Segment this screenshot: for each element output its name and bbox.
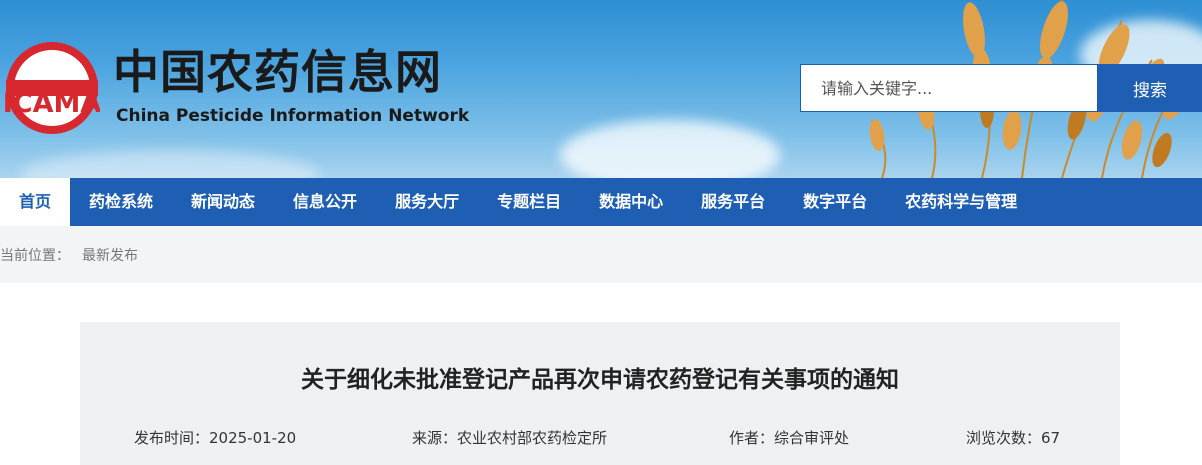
nav-item-service-platform[interactable]: 服务平台: [682, 178, 784, 226]
nav-item-pesticide-science[interactable]: 农药科学与管理: [886, 178, 1036, 226]
nav-item-service-hall[interactable]: 服务大厅: [376, 178, 478, 226]
cloud-decoration: [20, 150, 320, 178]
logo-text: ICAMA: [4, 88, 100, 119]
search-box: 搜索: [800, 64, 1202, 112]
nav-item-home[interactable]: 首页: [0, 178, 71, 226]
breadcrumb-label: 当前位置：: [0, 247, 70, 264]
article-source: 来源：农业农村部农药检定所: [412, 429, 608, 447]
search-input[interactable]: [800, 64, 1098, 112]
icama-logo-icon: ICAMA: [4, 42, 100, 134]
nav-item-special-topics[interactable]: 专题栏目: [478, 178, 580, 226]
article-title: 关于细化未批准登记产品再次申请农药登记有关事项的通知: [301, 367, 899, 393]
site-name-en: China Pesticide Information Network: [116, 106, 470, 126]
view-count: 浏览次数：67: [966, 429, 1061, 447]
nav-item-digital-platform[interactable]: 数字平台: [784, 178, 886, 226]
site-name-cn: 中国农药信息网: [113, 45, 442, 99]
nav-item-news[interactable]: 新闻动态: [172, 178, 274, 226]
breadcrumb-current[interactable]: 最新发布: [82, 245, 138, 265]
main-nav: 首页 药检系统 新闻动态 信息公开 服务大厅 专题栏目 数据中心 服务平台 数字…: [0, 178, 1202, 226]
nav-item-info-disclosure[interactable]: 信息公开: [274, 178, 376, 226]
publish-time: 发布时间：2025-01-20: [134, 429, 297, 447]
nav-item-inspection-system[interactable]: 药检系统: [70, 178, 172, 226]
article-header: 关于细化未批准登记产品再次申请农药登记有关事项的通知 发布时间：2025-01-…: [80, 322, 1120, 465]
header-banner: ICAMA 中国农药信息网 China Pesticide Informatio…: [0, 0, 1202, 178]
breadcrumb: 当前位置： 最新发布: [0, 226, 1202, 283]
article-author: 作者：综合审评处: [729, 429, 850, 447]
search-button[interactable]: 搜索: [1098, 64, 1202, 112]
nav-item-data-center[interactable]: 数据中心: [580, 178, 682, 226]
